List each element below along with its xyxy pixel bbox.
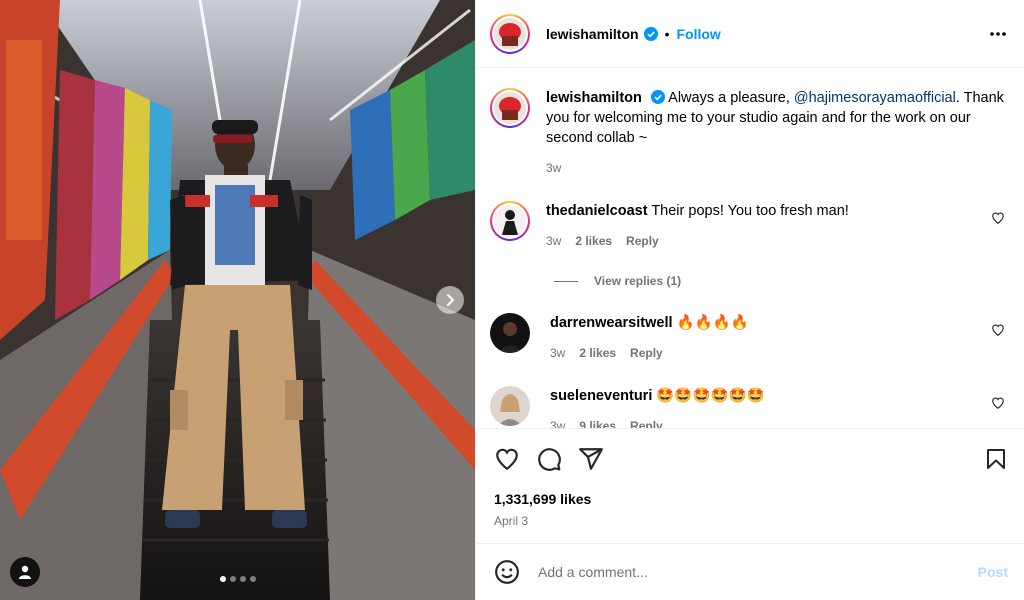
post-caption: lewishamilton Always a pleasure, @hajime… <box>490 88 1010 178</box>
verified-icon <box>650 90 665 104</box>
emoji-icon[interactable] <box>494 559 520 585</box>
avatar[interactable] <box>490 201 530 241</box>
comment-username[interactable]: darrenwearsitwell <box>550 315 673 331</box>
comments-list[interactable]: lewishamilton Always a pleasure, @hajime… <box>476 68 1024 428</box>
post-username[interactable]: lewishamilton <box>546 26 639 42</box>
caption-text: Always a pleasure, <box>668 90 794 106</box>
heart-icon[interactable] <box>991 211 1005 225</box>
caption-time[interactable]: 3w <box>546 158 561 178</box>
carousel-dot <box>239 576 246 582</box>
post-comment-button[interactable]: Post <box>978 564 1008 580</box>
reply-button[interactable]: Reply <box>630 416 663 428</box>
avatar-image <box>494 92 526 124</box>
view-replies-label: View replies (1) <box>594 274 682 288</box>
comment-username[interactable]: sueleneventuri <box>550 388 652 404</box>
caption-username[interactable]: lewishamilton <box>546 90 642 106</box>
comment-input[interactable] <box>536 563 978 581</box>
comment-item: darrenwearsitwell 🔥🔥🔥🔥 3w 2 likes Reply <box>490 313 1015 363</box>
comment-text: 🔥🔥🔥🔥 <box>676 315 749 331</box>
comment-username[interactable]: thedanielcoast <box>546 203 648 219</box>
follow-button[interactable]: Follow <box>676 26 720 42</box>
carousel-indicator <box>0 576 475 582</box>
more-icon[interactable] <box>988 24 1008 44</box>
comment-likes[interactable]: 2 likes <box>579 343 616 363</box>
carousel-dot <box>249 576 256 582</box>
reply-button[interactable]: Reply <box>626 231 659 251</box>
carousel-dot <box>219 576 226 582</box>
avatar[interactable] <box>490 313 530 353</box>
post-panel: lewishamilton • Follow lewishamilton Alw… <box>475 0 1024 600</box>
reply-button[interactable]: Reply <box>630 343 663 363</box>
comment-text: 🤩🤩🤩🤩🤩🤩 <box>656 388 765 404</box>
bookmark-icon[interactable] <box>984 446 1008 472</box>
post-photo <box>0 0 475 600</box>
comment-icon[interactable] <box>536 446 562 472</box>
post-date[interactable]: April 3 <box>494 514 528 528</box>
tagged-users-button[interactable] <box>10 557 40 587</box>
avatar[interactable] <box>490 13 530 54</box>
post-media[interactable] <box>0 0 475 600</box>
avatar[interactable] <box>490 88 530 128</box>
carousel-next-button[interactable] <box>436 286 464 314</box>
chevron-right-icon <box>443 293 457 307</box>
comment-time[interactable]: 3w <box>550 416 565 428</box>
add-comment-bar: Post <box>476 543 1024 600</box>
comment-likes[interactable]: 9 likes <box>579 416 616 428</box>
heart-icon[interactable] <box>991 396 1005 410</box>
separator: • <box>664 25 670 42</box>
avatar-image <box>494 17 526 50</box>
post-header: lewishamilton • Follow <box>476 0 1024 68</box>
avatar[interactable] <box>490 386 530 426</box>
caption-mention[interactable]: @hajimesorayamaofficial <box>794 90 956 106</box>
likes-count[interactable]: 1,331,699 likes <box>494 491 591 507</box>
comment-item: sueleneventuri 🤩🤩🤩🤩🤩🤩 3w 9 likes Reply <box>490 386 1015 428</box>
divider <box>554 280 578 282</box>
heart-icon[interactable] <box>494 446 520 472</box>
comment-item: thedanielcoast Their pops! You too fresh… <box>490 201 1015 251</box>
share-icon[interactable] <box>578 446 604 472</box>
comment-likes[interactable]: 2 likes <box>575 231 612 251</box>
comment-time[interactable]: 3w <box>550 343 565 363</box>
comment-time[interactable]: 3w <box>546 231 561 251</box>
carousel-dot <box>229 576 236 582</box>
comment-text: Their pops! You too fresh man! <box>651 203 849 219</box>
view-replies-button[interactable]: View replies (1) <box>554 274 681 288</box>
verified-icon <box>643 26 658 41</box>
heart-icon[interactable] <box>991 323 1005 337</box>
avatar-image <box>494 205 526 237</box>
post-actions: 1,331,699 likes April 3 <box>476 428 1024 544</box>
